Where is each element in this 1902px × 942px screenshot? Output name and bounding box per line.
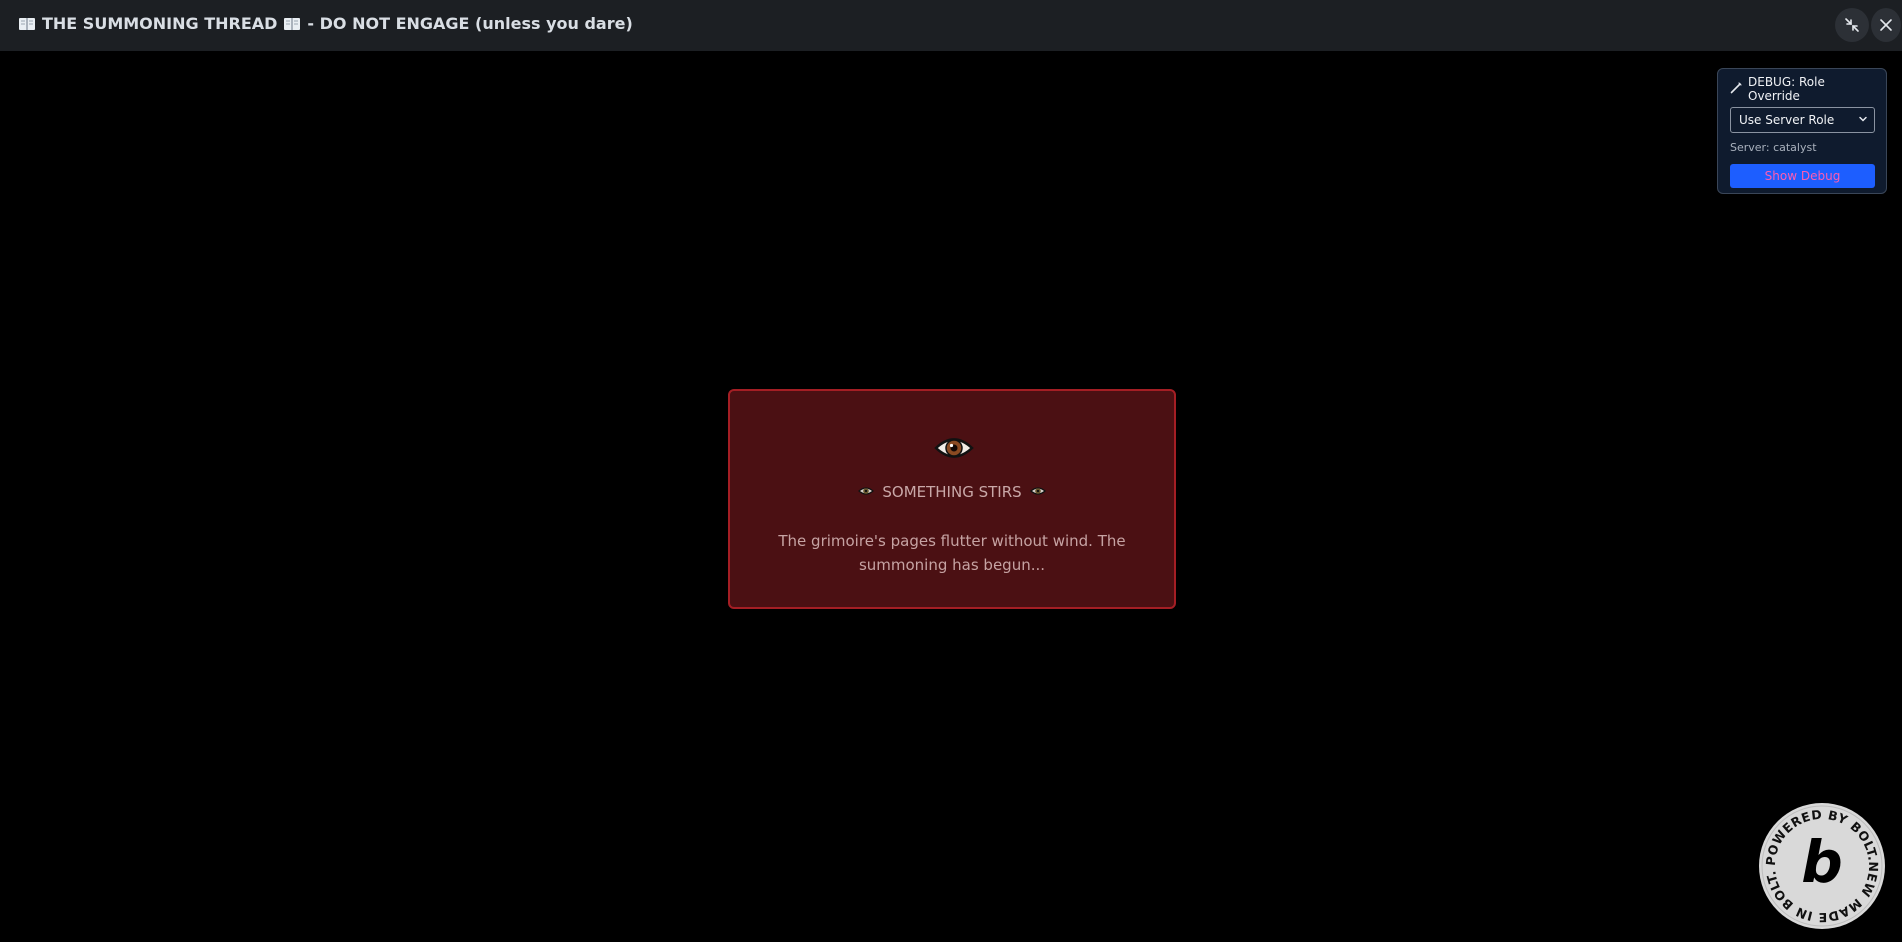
card-heading: SOMETHING STIRS: [730, 483, 1174, 501]
bolt-badge[interactable]: POWERED BY BOLT.NEW MADE IN BOLT.NEW b: [1751, 790, 1886, 930]
bolt-logo-letter: b: [1801, 828, 1843, 896]
summoning-card: SOMETHING STIRS The grimoire's pages flu…: [728, 389, 1176, 609]
chevron-down-icon: [1858, 113, 1868, 127]
title-bar: THE SUMMONING THREAD - DO NOT ENGAGE (un…: [0, 0, 1902, 51]
role-select[interactable]: Use Server Role: [1730, 107, 1875, 133]
server-role-text: Server: catalyst: [1730, 141, 1817, 154]
card-heading-text: SOMETHING STIRS: [882, 483, 1022, 501]
close-icon: [1879, 18, 1893, 32]
eye-icon: [1029, 483, 1046, 501]
show-debug-button[interactable]: Show Debug: [1730, 164, 1875, 188]
debug-header: DEBUG: Role Override: [1730, 75, 1874, 103]
minimize-button[interactable]: [1835, 8, 1869, 42]
card-body-text: The grimoire's pages flutter without win…: [778, 532, 1126, 574]
window-title: THE SUMMONING THREAD - DO NOT ENGAGE (un…: [18, 14, 633, 33]
eye-icon: [934, 431, 974, 465]
eye-icon: [858, 483, 875, 501]
book-icon: [18, 17, 36, 31]
minimize-arrows-icon: [1844, 17, 1860, 33]
role-select-value: Use Server Role: [1739, 113, 1835, 127]
debug-header-label: DEBUG: Role Override: [1748, 75, 1825, 103]
wand-icon: [1730, 81, 1742, 97]
title-text-part1: THE SUMMONING THREAD: [42, 14, 278, 33]
title-text-part2: - DO NOT ENGAGE (unless you dare): [307, 14, 633, 33]
book-icon: [283, 17, 301, 31]
close-button[interactable]: [1871, 8, 1901, 42]
debug-role-override-panel: DEBUG: Role Override Use Server Role Ser…: [1717, 68, 1887, 194]
